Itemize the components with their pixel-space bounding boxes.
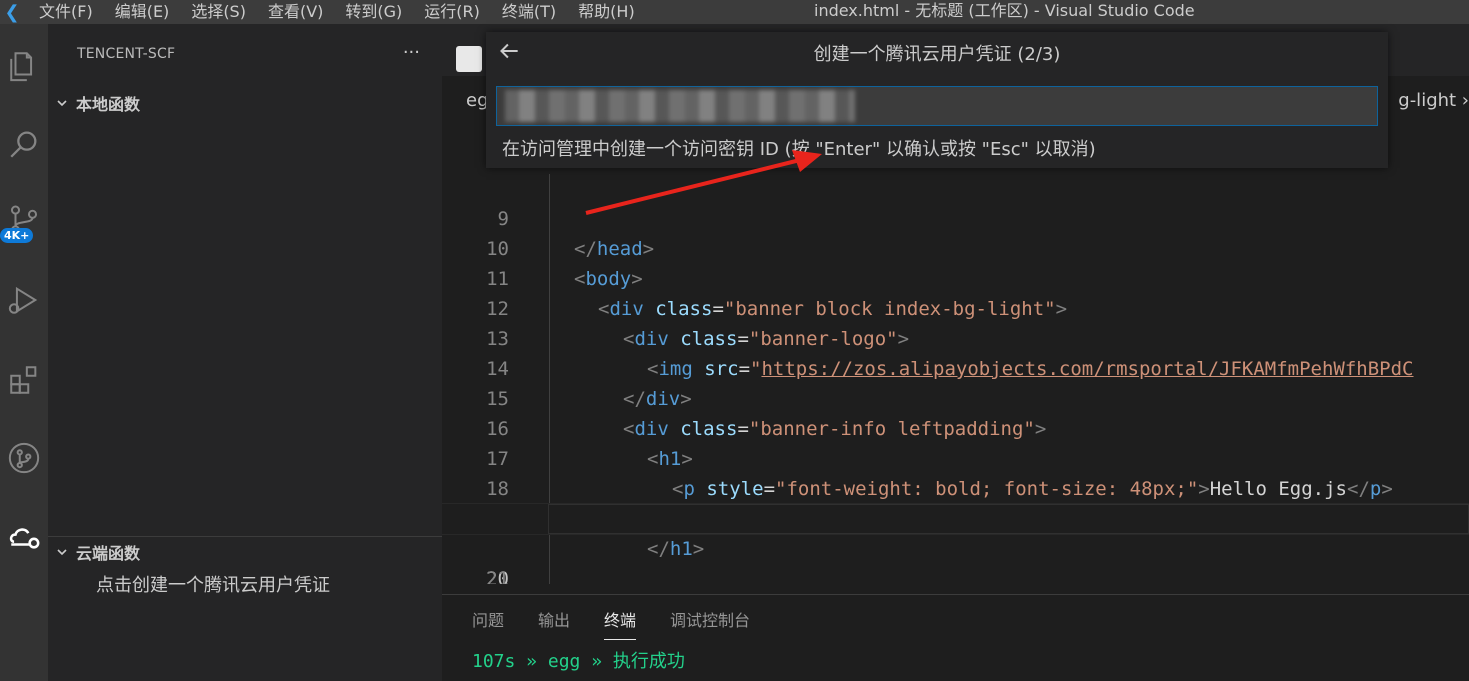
git-graph-icon[interactable] bbox=[0, 434, 48, 482]
source-control-badge: 4K+ bbox=[0, 228, 34, 243]
html-file-icon[interactable] bbox=[456, 46, 482, 72]
code-line-current: 20 <p>author yx</p> bbox=[442, 503, 1469, 584]
redacted-value bbox=[505, 90, 855, 122]
tab-output[interactable]: 输出 bbox=[538, 607, 570, 640]
access-key-id-input[interactable] bbox=[496, 86, 1378, 126]
code-line: 15 <div class="banner-info leftpadding"> bbox=[486, 388, 1047, 440]
chevron-down-icon bbox=[57, 100, 67, 107]
bottom-panel: 问题 输出 终端 调试控制台 107s » egg » 执行成功 bbox=[442, 594, 1469, 681]
code-area[interactable]: 9 </head> 10 <body> 11 <div class="banne… bbox=[442, 174, 1469, 584]
tab-terminal[interactable]: 终端 bbox=[604, 607, 637, 640]
create-credential-item[interactable]: 点击创建一个腾讯云用户凭证 bbox=[96, 571, 330, 597]
terminal-output[interactable]: 107s » egg » 执行成功 bbox=[472, 647, 685, 673]
code-line: 10 <body> bbox=[486, 238, 643, 290]
code-line: 9 </head> bbox=[497, 208, 655, 260]
code-line: 22 </div> bbox=[442, 564, 1469, 584]
explorer-icon[interactable] bbox=[0, 42, 48, 90]
quick-input-dialog: 创建一个腾讯云用户凭证 (2/3) 在访问管理中创建一个访问密钥 ID (按 "… bbox=[486, 32, 1388, 168]
code-line: 18 better enterprise frameworks and apps… bbox=[486, 478, 1358, 530]
activity-bar: 4K+ bbox=[0, 24, 48, 681]
code-line: 16 <h1> bbox=[486, 418, 693, 470]
cloud-functions-section[interactable]: 云端函数 bbox=[48, 536, 442, 566]
code-line: 21 </div> bbox=[486, 568, 509, 584]
sidebar-title: TENCENT-SCF bbox=[77, 46, 176, 62]
code-line: 12 <div class="banner-logo"> bbox=[486, 298, 910, 350]
code-line: 17 <p style="font-weight: bold; font-siz… bbox=[486, 448, 1393, 500]
quick-input-title: 创建一个腾讯云用户凭证 (2/3) bbox=[813, 44, 1061, 65]
local-functions-label: 本地函数 bbox=[76, 95, 141, 114]
tencent-cloud-icon[interactable] bbox=[0, 512, 48, 560]
title-bar: ❮ 文件(F) 编辑(E) 选择(S) 查看(V) 转到(G) 运行(R) 终端… bbox=[0, 0, 1469, 24]
extensions-icon[interactable] bbox=[0, 356, 48, 404]
code-line: 14 </div> bbox=[486, 358, 692, 410]
quick-input-message: 在访问管理中创建一个访问密钥 ID (按 "Enter" 以确认或按 "Esc"… bbox=[502, 139, 1096, 160]
tab-problems[interactable]: 问题 bbox=[472, 607, 504, 640]
tab-debug-console[interactable]: 调试控制台 bbox=[670, 607, 750, 640]
sidebar: TENCENT-SCF ··· 本地函数 云端函数 点击创建一个腾讯云用户凭证 bbox=[48, 24, 442, 681]
panel-tabs: 问题 输出 终端 调试控制台 bbox=[472, 607, 784, 640]
search-icon[interactable] bbox=[0, 120, 48, 168]
breadcrumb-end[interactable]: g-light › bbox=[1398, 90, 1469, 111]
code-line: 13 <img src="https://zos.alipayobjects.c… bbox=[486, 328, 1414, 380]
window-title: index.html - 无标题 (工作区) - Visual Studio C… bbox=[814, 1, 1195, 20]
local-functions-section[interactable]: 本地函数 bbox=[48, 88, 442, 118]
code-line: 11 <div class="banner block index-bg-lig… bbox=[486, 268, 1068, 320]
chevron-down-icon bbox=[57, 548, 67, 555]
run-debug-icon[interactable] bbox=[0, 276, 48, 324]
cloud-functions-label: 云端函数 bbox=[76, 543, 141, 563]
code-line: 19 </h1> bbox=[486, 508, 705, 560]
more-actions-icon[interactable]: ··· bbox=[403, 42, 420, 63]
sidebar-header: TENCENT-SCF ··· bbox=[48, 24, 442, 84]
